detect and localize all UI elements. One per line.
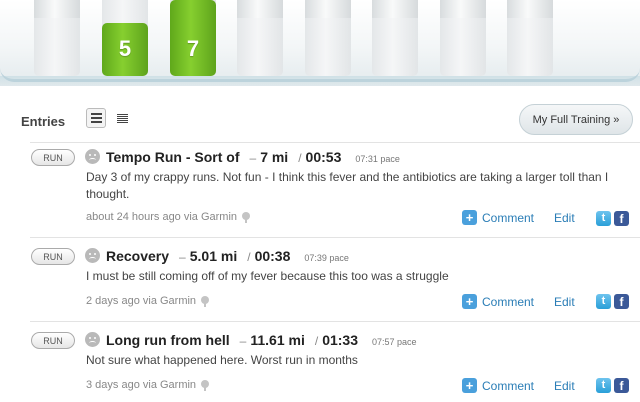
entry-description: Not sure what happened here. Worst run i…	[86, 353, 358, 367]
separator-slash: /	[298, 151, 302, 165]
comment-label: Comment	[482, 210, 535, 225]
plus-icon: +	[462, 210, 477, 225]
calendar-day[interactable]: 5	[102, 0, 148, 76]
my-full-training-button[interactable]: My Full Training »	[519, 104, 633, 135]
separator-dash: –	[249, 151, 257, 165]
entry-duration: 01:33	[322, 332, 358, 348]
entry-title-line: Recovery – 5.01 mi / 00:38 07:39 pace	[106, 248, 349, 264]
entry-divider	[30, 237, 640, 238]
entry-meta-text: 3 days ago via Garmin	[86, 379, 197, 391]
sad-face-icon	[85, 248, 100, 263]
entry-duration: 00:38	[254, 248, 291, 264]
separator-slash: /	[247, 250, 251, 264]
edit-link[interactable]: Edit	[554, 295, 575, 309]
entry-meta: about 24 hours ago via Garmin	[86, 211, 251, 223]
calendar-day[interactable]: 7	[170, 0, 216, 76]
activity-type-badge[interactable]: RUN	[31, 149, 75, 166]
calendar-day[interactable]	[507, 0, 553, 76]
calendar-day-value: 5	[118, 36, 132, 61]
entry-meta: 3 days ago via Garmin	[86, 379, 210, 391]
plus-icon: +	[462, 378, 477, 393]
calendar-day[interactable]	[237, 0, 283, 76]
calendar-day[interactable]	[305, 0, 351, 76]
facebook-icon[interactable]: f	[614, 294, 629, 309]
facebook-icon[interactable]: f	[614, 378, 629, 393]
sad-face-icon	[85, 332, 100, 347]
activity-type-badge[interactable]: RUN	[31, 332, 75, 349]
separator-dash: –	[179, 250, 186, 264]
entry-title[interactable]: Recovery	[106, 248, 169, 264]
entry-meta-text: about 24 hours ago via Garmin	[86, 211, 238, 223]
separator-slash: /	[314, 334, 319, 348]
entry-meta-text: 2 days ago via Garmin	[86, 295, 197, 307]
comment-label: Comment	[482, 294, 535, 309]
twitter-icon[interactable]: t	[596, 378, 611, 393]
list-detailed-icon	[90, 113, 102, 123]
entry-description: Day 3 of my crappy runs. Not fun - I thi…	[86, 170, 609, 201]
activity-type-badge[interactable]: RUN	[31, 248, 75, 265]
facebook-icon[interactable]: f	[614, 211, 629, 226]
edit-link[interactable]: Edit	[554, 211, 575, 225]
entry-divider	[30, 321, 640, 322]
sad-face-icon	[85, 149, 100, 164]
compact-view-toggle[interactable]	[112, 108, 132, 128]
entry-description: I must be still coming off of my fever b…	[86, 269, 449, 283]
calendar-day[interactable]	[34, 0, 80, 76]
entry-distance: 5.01 mi	[189, 248, 238, 264]
entry-title-line: Tempo Run - Sort of – 7 mi / 00:53 07:31…	[106, 149, 400, 165]
entry-pace: 07:57 pace	[372, 337, 417, 347]
plus-icon: +	[462, 294, 477, 309]
calendar-day[interactable]	[372, 0, 418, 76]
weekly-calendar-strip: 5 7	[0, 0, 640, 86]
comment-label: Comment	[482, 378, 535, 393]
edit-link[interactable]: Edit	[554, 379, 575, 393]
entry-pace: 07:39 pace	[304, 253, 349, 263]
twitter-icon[interactable]: t	[596, 294, 611, 309]
calendar-day[interactable]	[440, 0, 486, 76]
location-pin-icon[interactable]	[242, 211, 251, 223]
entry-title[interactable]: Long run from hell	[106, 332, 230, 348]
entry-distance: 11.61 mi	[250, 332, 305, 348]
entry-pace: 07:31 pace	[355, 154, 400, 164]
entry-meta: 2 days ago via Garmin	[86, 295, 210, 307]
calendar-day-value: 7	[186, 36, 200, 61]
entry-title[interactable]: Tempo Run - Sort of	[106, 149, 240, 165]
entry-distance: 7 mi	[260, 149, 289, 165]
location-pin-icon[interactable]	[201, 295, 210, 307]
comment-button[interactable]: + Comment	[462, 378, 534, 393]
entry-divider	[30, 142, 640, 143]
location-pin-icon[interactable]	[201, 379, 210, 391]
separator-dash: –	[239, 334, 247, 348]
entry-duration: 00:53	[305, 149, 342, 165]
list-compact-icon	[116, 113, 128, 123]
entry-title-line: Long run from hell – 11.61 mi / 01:33 07…	[106, 332, 417, 348]
list-view-toggle[interactable]	[86, 108, 106, 128]
entries-heading: Entries	[21, 114, 66, 129]
strip-shadow	[0, 76, 640, 86]
twitter-icon[interactable]: t	[596, 211, 611, 226]
comment-button[interactable]: + Comment	[462, 294, 534, 309]
comment-button[interactable]: + Comment	[462, 210, 534, 225]
